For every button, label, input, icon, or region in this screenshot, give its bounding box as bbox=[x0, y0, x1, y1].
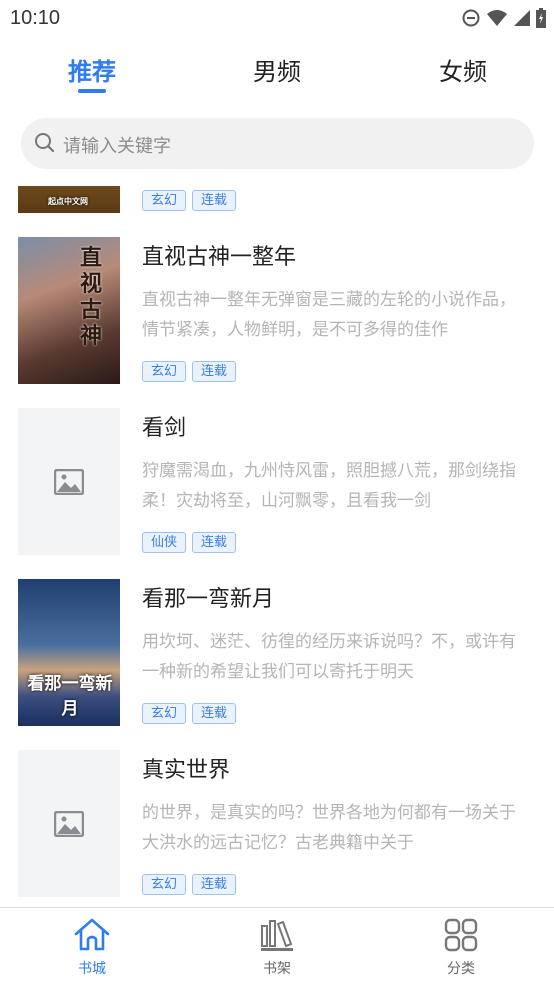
status-tag: 连载 bbox=[192, 874, 237, 895]
book-cover: 直视古神 bbox=[18, 237, 120, 384]
category-grid-icon bbox=[444, 918, 478, 952]
bottom-nav: 书城 书架 分类 bbox=[0, 907, 554, 985]
nav-category[interactable]: 分类 bbox=[421, 918, 501, 978]
tab-male[interactable]: 男频 bbox=[253, 52, 301, 87]
book-item[interactable]: 起点中文网 玄幻 连载 bbox=[0, 186, 554, 216]
tab-recommended[interactable]: 推荐 bbox=[68, 52, 116, 87]
category-tabs: 推荐 男频 女频 bbox=[0, 48, 554, 98]
genre-tag: 仙侠 bbox=[142, 532, 187, 553]
book-item[interactable]: 看剑 狩魔需渴血，九州恃风雷，照胆撼八荒，那剑绕指柔！灾劫将至，山河飘零，且看我… bbox=[0, 408, 554, 558]
book-title: 直视古神一整年 bbox=[142, 245, 297, 270]
book-title: 看剑 bbox=[142, 416, 187, 441]
genre-tag: 玄幻 bbox=[142, 190, 187, 211]
nav-label: 书城 bbox=[78, 961, 106, 977]
genre-tag: 玄幻 bbox=[142, 361, 187, 382]
book-list[interactable]: 起点中文网 玄幻 连载 直视古神 直视古神一整年 直视古神一整年无弹窗是三藏的左轮… bbox=[0, 186, 554, 907]
image-placeholder-icon bbox=[54, 810, 84, 837]
book-description: 狩魔需渴血，九州恃风雷，照胆撼八荒，那剑绕指柔！灾劫将至，山河飘零，且看我一剑 bbox=[142, 461, 516, 511]
status-bar: 10:10 bbox=[0, 0, 554, 38]
book-description: 直视古神一整年无弹窗是三藏的左轮的小说作品，情节紧凑，人物鲜明，是不可多得的佳作 bbox=[142, 290, 516, 340]
genre-tag: 玄幻 bbox=[142, 703, 187, 724]
genre-tag: 玄幻 bbox=[142, 874, 187, 895]
book-cover: 起点中文网 bbox=[18, 186, 120, 213]
nav-bookshelf[interactable]: 书架 bbox=[237, 918, 317, 978]
book-cover: 看那一弯新月 bbox=[18, 579, 120, 726]
book-description: 的世界，是真实的吗？世界各地为何都有一场关于大洪水的远古记忆？古老典籍中关于 bbox=[142, 803, 516, 853]
book-item[interactable]: 直视古神 直视古神一整年 直视古神一整年无弹窗是三藏的左轮的小说作品，情节紧凑，… bbox=[0, 237, 554, 387]
tab-female[interactable]: 女频 bbox=[439, 52, 487, 87]
nav-bookstore[interactable]: 书城 bbox=[52, 918, 132, 978]
book-cover-placeholder bbox=[18, 408, 120, 555]
book-title: 看那一弯新月 bbox=[142, 587, 275, 612]
status-tag: 连载 bbox=[192, 703, 237, 724]
nav-label: 分类 bbox=[447, 961, 475, 977]
book-item[interactable]: 真实世界 的世界，是真实的吗？世界各地为何都有一场关于大洪水的远古记忆？古老典籍… bbox=[0, 750, 554, 900]
bookshelf-icon bbox=[261, 920, 293, 951]
search-placeholder: 请输入关键字 bbox=[63, 136, 171, 157]
tab-indicator bbox=[78, 89, 106, 93]
status-tag: 连载 bbox=[192, 190, 237, 211]
book-item[interactable]: 看那一弯新月 看那一弯新月 用坎坷、迷茫、彷徨的经历来诉说吗？不，或许有一种新的… bbox=[0, 579, 554, 729]
wifi-icon bbox=[487, 10, 507, 26]
book-description: 用坎坷、迷茫、彷徨的经历来诉说吗？不，或许有一种新的希望让我们可以寄托于明天 bbox=[142, 632, 516, 682]
book-cover-placeholder bbox=[18, 750, 120, 897]
book-title: 真实世界 bbox=[142, 758, 231, 783]
search-input[interactable]: 请输入关键字 bbox=[21, 118, 534, 169]
status-tag: 连载 bbox=[192, 361, 237, 382]
image-placeholder-icon bbox=[54, 468, 84, 495]
dnd-icon bbox=[462, 9, 480, 27]
nav-label: 书架 bbox=[263, 961, 291, 977]
home-icon bbox=[74, 918, 110, 951]
status-tag: 连载 bbox=[192, 532, 237, 553]
search-icon bbox=[35, 133, 55, 153]
battery-icon bbox=[536, 8, 546, 28]
signal-icon bbox=[514, 10, 530, 26]
status-time: 10:10 bbox=[10, 7, 61, 29]
